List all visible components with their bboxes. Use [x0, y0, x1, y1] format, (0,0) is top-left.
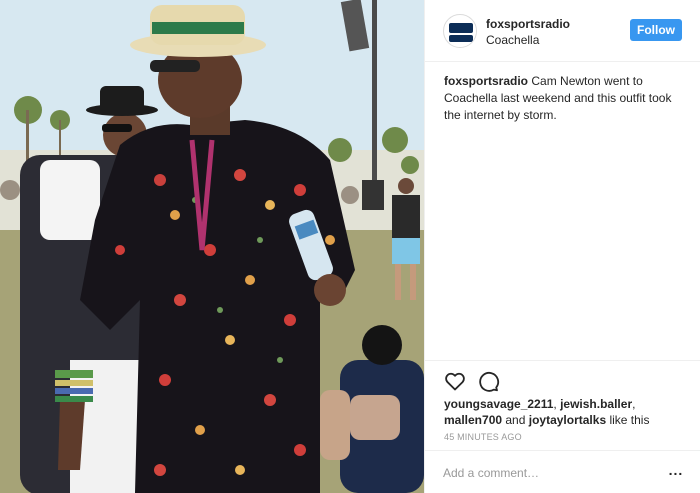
more-options-button[interactable]: ... — [666, 462, 686, 482]
post-location[interactable]: Coachella — [486, 33, 539, 47]
comment-icon[interactable] — [476, 369, 500, 393]
post-timestamp[interactable]: 45 MINUTES AGO — [444, 432, 522, 442]
like-user-3[interactable]: mallen700 — [444, 413, 502, 427]
post-sidebar: foxsportsradio Coachella Follow foxsport… — [424, 0, 700, 493]
like-user-4[interactable]: joytaylortalks — [529, 413, 606, 427]
caption-username[interactable]: foxsportsradio — [444, 74, 528, 88]
likes-summary: youngsavage_2211, jewish.baller, mallen7… — [444, 396, 684, 428]
likes-separator: , — [632, 397, 636, 411]
post-photo[interactable] — [0, 0, 424, 493]
festival-photo-illustration — [0, 0, 424, 493]
heart-icon[interactable] — [443, 369, 467, 393]
like-user-1[interactable]: youngsavage_2211 — [444, 397, 553, 411]
comment-input[interactable] — [443, 464, 643, 482]
fox-sports-radio-logo-icon — [445, 16, 476, 47]
follow-button[interactable]: Follow — [630, 19, 682, 41]
likes-and-text: and — [502, 413, 529, 427]
account-avatar[interactable] — [443, 14, 477, 48]
account-username[interactable]: foxsportsradio — [486, 17, 570, 31]
post-actions — [425, 360, 700, 400]
like-user-2[interactable]: jewish.baller — [560, 397, 632, 411]
likes-suffix: like this — [606, 413, 650, 427]
post-header: foxsportsradio Coachella Follow — [425, 0, 700, 62]
post-caption: foxsportsradio Cam Newton went to Coache… — [444, 73, 684, 124]
comment-box: ... — [425, 450, 700, 493]
